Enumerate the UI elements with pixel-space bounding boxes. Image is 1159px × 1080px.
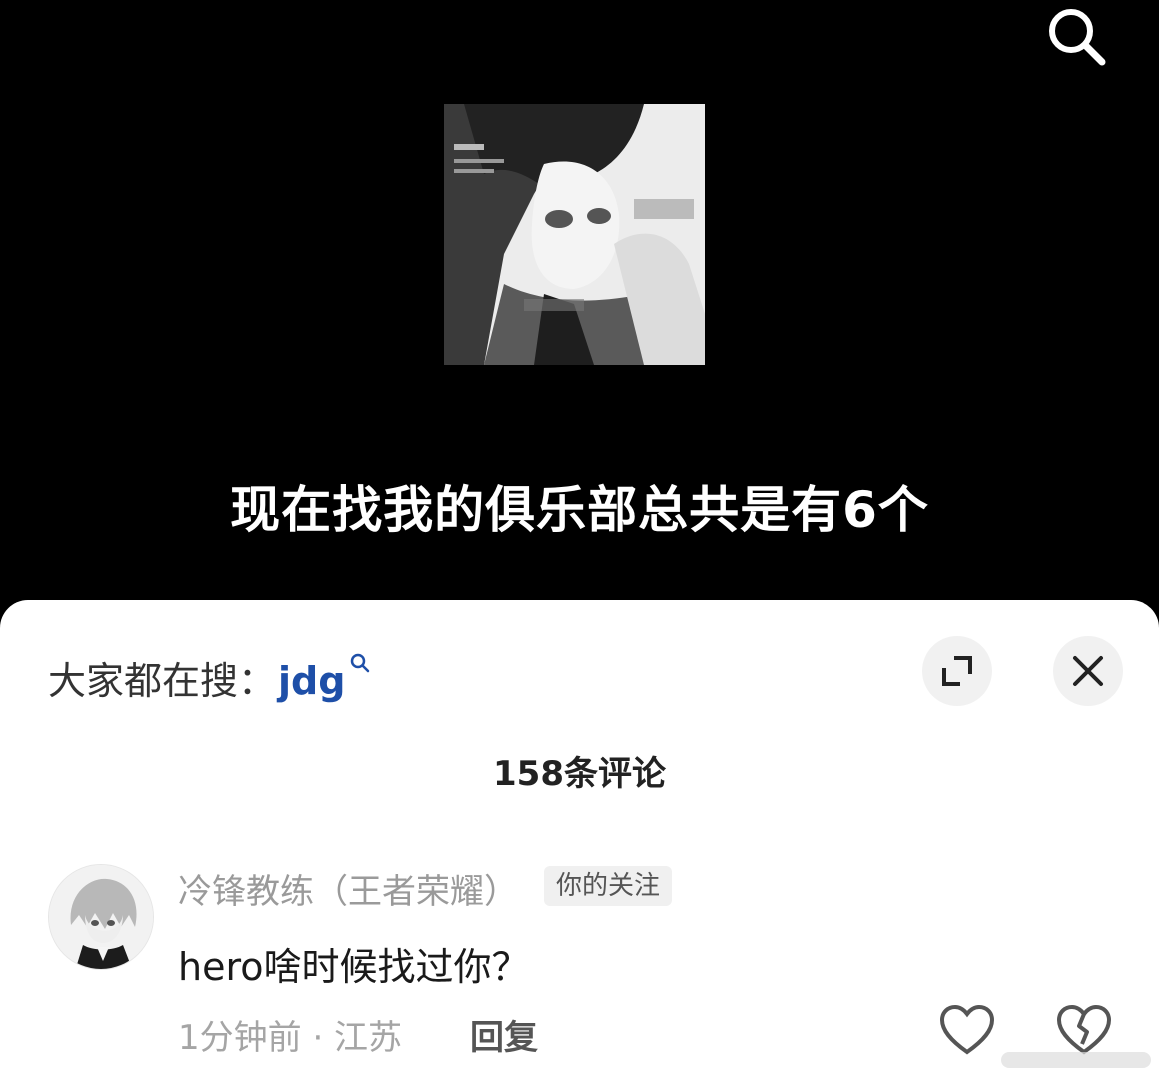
watermark-logo (1001, 1052, 1151, 1068)
search-icon (1049, 9, 1106, 66)
comment-item[interactable]: 冷锋教练（王者荣耀） 你的关注 hero啥时候找过你？ 1分钟前 · 江苏 回复 (0, 850, 1159, 1080)
comment-text: hero啥时候找过你？ (178, 945, 530, 989)
close-button[interactable] (1053, 636, 1123, 706)
trending-search[interactable]: 大家都在搜： jdg (48, 650, 371, 705)
search-button[interactable] (1040, 4, 1112, 68)
video-caption: 现在找我的俱乐部总共是有6个 (230, 481, 929, 539)
comment-meta: 1分钟前 · 江苏 (178, 1018, 403, 1058)
close-icon (1073, 656, 1103, 686)
trending-keyword[interactable]: jdg (278, 659, 345, 703)
following-badge: 你的关注 (544, 866, 673, 906)
comments-sheet: 大家都在搜： jdg 158条评论 冷锋教练（王者荣耀） 你的关注 hero啥时… (0, 600, 1159, 1080)
avatar[interactable] (48, 864, 154, 970)
like-button[interactable] (938, 1004, 996, 1056)
cover-image[interactable] (444, 104, 705, 365)
user-avatar-image (49, 865, 153, 969)
expand-icon (942, 656, 972, 686)
trending-prefix: 大家都在搜： (48, 659, 277, 703)
search-small-icon (351, 653, 370, 673)
comment-count: 158条评论 (493, 754, 666, 794)
video-area[interactable]: 现在找我的俱乐部总共是有6个 (0, 0, 1159, 620)
comment-username[interactable]: 冷锋教练（王者荣耀） (178, 864, 518, 913)
anime-artwork-cover (444, 104, 705, 365)
heart-icon (939, 1004, 995, 1055)
expand-button[interactable] (922, 636, 992, 706)
reply-button[interactable]: 回复 (470, 1010, 538, 1059)
